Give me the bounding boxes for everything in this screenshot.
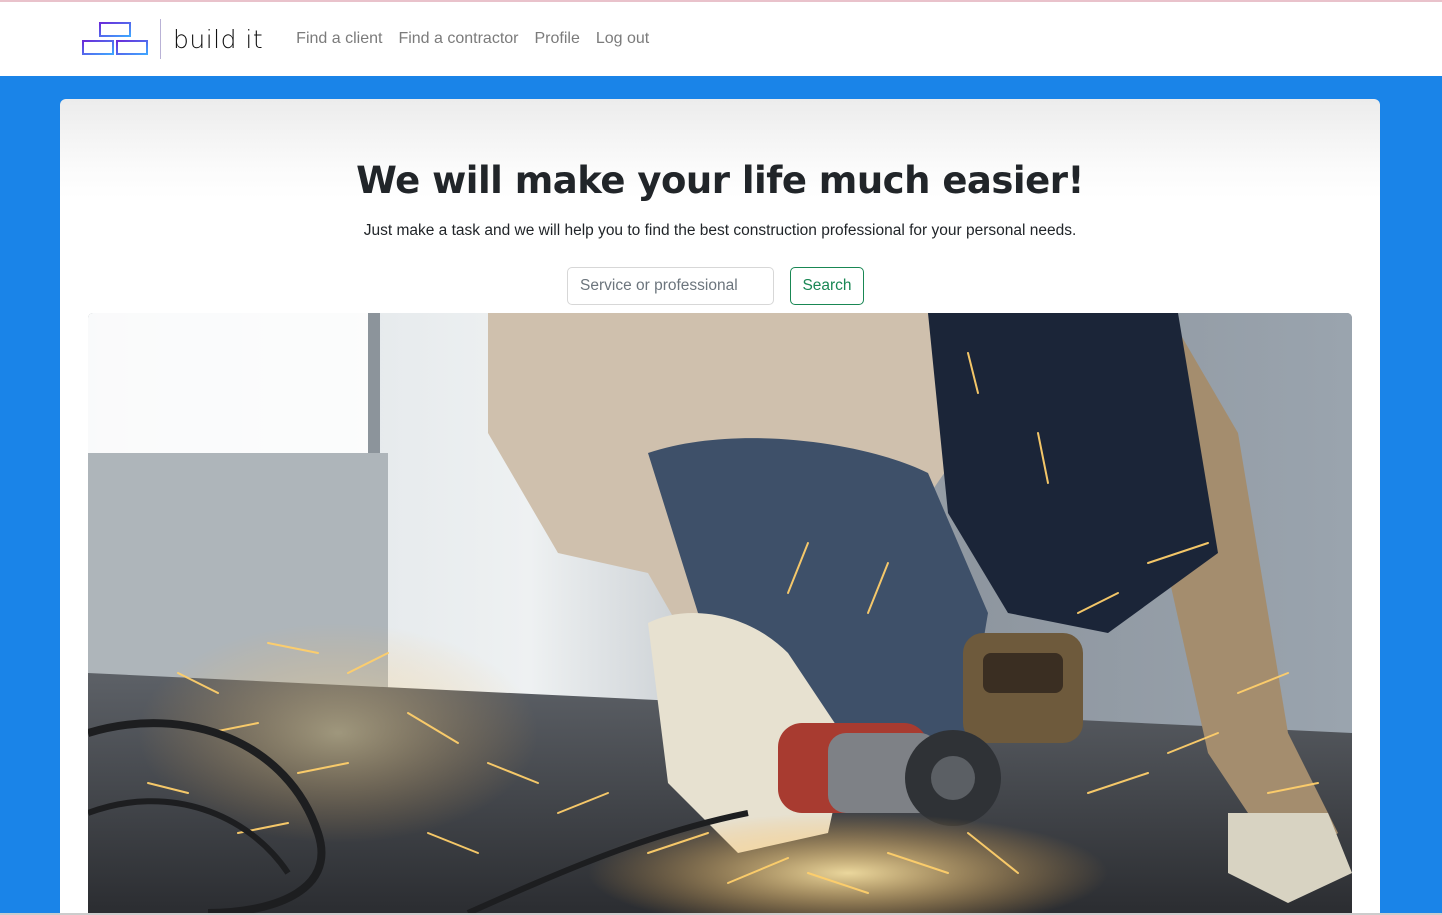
worker-angle-grinder-sparks-photo	[88, 313, 1352, 913]
nav-link-profile[interactable]: Profile	[535, 30, 580, 48]
nav-link-log-out[interactable]: Log out	[596, 30, 649, 48]
hero-title: We will make your life much easier!	[356, 159, 1084, 202]
brand-name: build it	[173, 24, 264, 54]
nav-link-find-client[interactable]: Find a client	[296, 30, 382, 48]
nav-links: Find a client Find a contractor Profile …	[296, 30, 665, 48]
stacked-bricks-icon	[81, 20, 149, 58]
top-navbar: build it Find a client Find a contractor…	[0, 2, 1442, 76]
search-input[interactable]	[567, 267, 774, 305]
nav-link-find-contractor[interactable]: Find a contractor	[398, 30, 518, 48]
hero-card: We will make your life much easier! Just…	[60, 99, 1380, 915]
hero-subtitle: Just make a task and we will help you to…	[363, 222, 1077, 239]
brand[interactable]: build it	[81, 2, 263, 76]
brand-divider	[160, 19, 161, 59]
search-button[interactable]: Search	[790, 267, 864, 305]
